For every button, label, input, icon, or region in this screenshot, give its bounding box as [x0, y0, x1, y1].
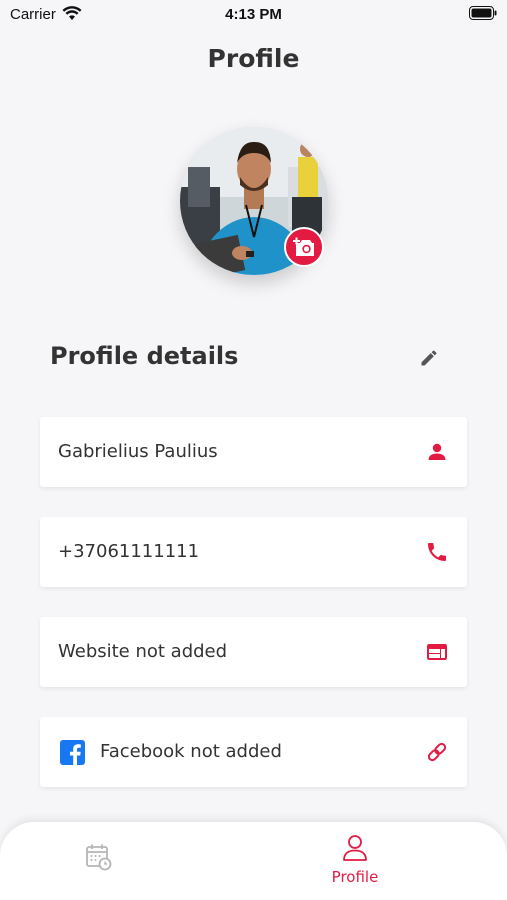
clock-time: 4:13 PM: [225, 6, 282, 23]
nav-label-profile: Profile: [331, 868, 379, 886]
facebook-field[interactable]: Facebook not added: [40, 717, 467, 787]
bottom-navigation: Profile: [0, 822, 507, 900]
facebook-value: Facebook not added: [100, 741, 282, 762]
website-value: Website not added: [58, 641, 228, 662]
nav-item-profile[interactable]: Profile: [300, 834, 410, 894]
name-field[interactable]: Gabrielius Paulius: [40, 417, 467, 487]
person-outline-icon: [343, 835, 367, 861]
name-value: Gabrielius Paulius: [58, 441, 218, 462]
person-icon: [428, 443, 446, 460]
status-bar: Carrier 4:13 PM: [0, 0, 507, 30]
link-icon: [427, 742, 447, 762]
change-photo-button[interactable]: [284, 227, 324, 267]
pencil-icon: [421, 350, 437, 366]
phone-icon: [428, 543, 446, 561]
web-icon: [427, 644, 447, 660]
phone-field[interactable]: +37061111111: [40, 517, 467, 587]
avatar-container: [180, 127, 328, 275]
phone-value: +37061111111: [58, 541, 200, 562]
facebook-icon: [60, 740, 85, 765]
edit-profile-button[interactable]: [417, 346, 441, 370]
battery-icon: [469, 6, 497, 20]
add-photo-icon: [293, 237, 314, 256]
page-title: Profile: [207, 44, 300, 73]
calendar-clock-icon: [86, 844, 112, 871]
profile-details-heading: Profile details: [50, 342, 239, 370]
nav-item-schedule[interactable]: [84, 842, 120, 878]
website-field[interactable]: Website not added: [40, 617, 467, 687]
